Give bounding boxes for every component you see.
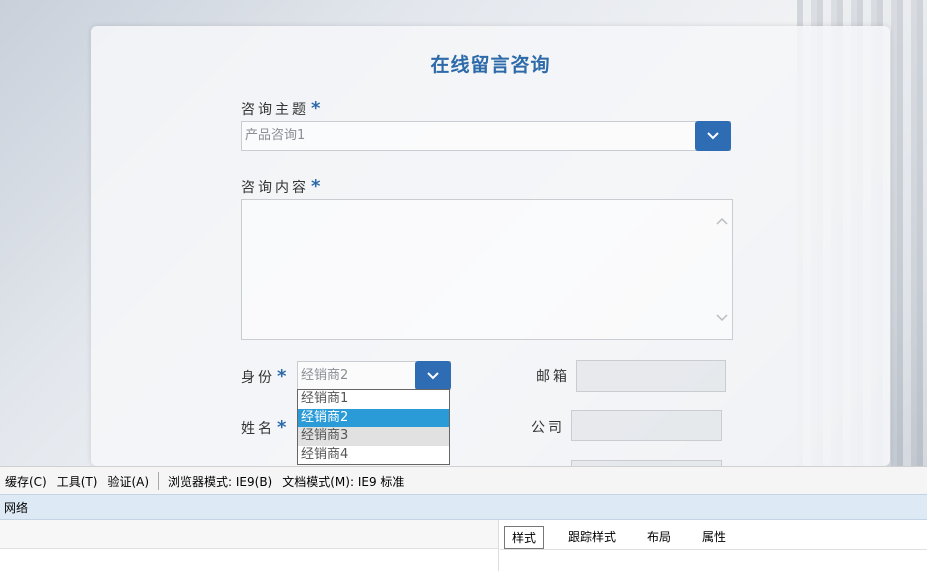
topic-label: 咨询主题 * bbox=[241, 98, 323, 119]
identity-label: 身份 * bbox=[241, 366, 289, 387]
name-label-text: 姓名 bbox=[241, 421, 275, 437]
chevron-down-icon bbox=[427, 371, 439, 379]
topic-dropdown-button[interactable] bbox=[695, 121, 731, 151]
chevron-down-icon bbox=[707, 132, 719, 140]
identity-select[interactable]: 经销商2 bbox=[297, 361, 451, 390]
menu-validate[interactable]: 验证(A) bbox=[102, 473, 154, 490]
menu-tools[interactable]: 工具(T) bbox=[52, 473, 103, 490]
scroll-up-icon[interactable] bbox=[716, 216, 728, 228]
menu-separator bbox=[158, 472, 160, 490]
identity-select-value: 经销商2 bbox=[301, 368, 349, 383]
dropdown-option[interactable]: 经销商1 bbox=[298, 390, 449, 409]
required-star: * bbox=[311, 176, 324, 197]
network-tab[interactable]: 网络 bbox=[0, 494, 927, 520]
required-star: * bbox=[277, 417, 290, 438]
page-title: 在线留言咨询 bbox=[430, 54, 551, 76]
identity-dropdown-list: 经销商1 经销商2 经销商3 经销商4 bbox=[297, 389, 450, 465]
tab-styles[interactable]: 样式 bbox=[504, 526, 545, 549]
devtools-tabs: 样式 跟踪样式 布局 属性 bbox=[504, 526, 750, 549]
scroll-down-icon[interactable] bbox=[716, 311, 728, 323]
email-label: 邮箱 bbox=[536, 369, 570, 385]
divider bbox=[500, 549, 927, 550]
content-label-text: 咨询内容 bbox=[241, 180, 309, 196]
identity-dropdown-button[interactable] bbox=[415, 361, 451, 390]
required-star: * bbox=[277, 366, 290, 387]
name-label: 姓名 * bbox=[241, 417, 289, 438]
devtools-menubar: 缓存(C) 工具(T) 验证(A) 浏览器模式: IE9(B) 文档模式(M):… bbox=[0, 466, 927, 495]
devtools-panel: 样式 跟踪样式 布局 属性 bbox=[0, 520, 927, 571]
tab-layout[interactable]: 布局 bbox=[640, 526, 678, 549]
dropdown-option-selected[interactable]: 经销商2 bbox=[298, 408, 449, 427]
content-label: 咨询内容 * bbox=[241, 176, 323, 197]
topic-select[interactable]: 产品咨询1 bbox=[241, 121, 731, 151]
company-label: 公司 bbox=[531, 420, 565, 436]
left-pane-strip bbox=[0, 520, 498, 549]
consultation-form: 在线留言咨询 咨询主题 * 产品咨询1 咨询内容 * 身份 * 经销商2 经销商1 经… bbox=[91, 26, 890, 466]
identity-label-text: 身份 bbox=[241, 370, 275, 386]
tab-trace-styles[interactable]: 跟踪样式 bbox=[561, 526, 623, 549]
content-textarea[interactable] bbox=[241, 199, 733, 340]
menu-browser-mode[interactable]: 浏览器模式: IE9(B) bbox=[163, 473, 277, 490]
menu-document-mode[interactable]: 文档模式(M): IE9 标准 bbox=[277, 473, 409, 490]
dropdown-option[interactable]: 经销商4 bbox=[298, 446, 449, 465]
company-field[interactable] bbox=[571, 410, 722, 441]
devtools-left-pane bbox=[0, 520, 499, 571]
menu-cache[interactable]: 缓存(C) bbox=[0, 473, 52, 490]
topic-select-value: 产品咨询1 bbox=[245, 128, 306, 143]
tab-attributes[interactable]: 属性 bbox=[695, 526, 733, 549]
dropdown-option[interactable]: 经销商3 bbox=[298, 427, 449, 446]
required-star: * bbox=[311, 98, 324, 119]
email-field[interactable] bbox=[576, 360, 726, 392]
topic-label-text: 咨询主题 bbox=[241, 102, 309, 118]
